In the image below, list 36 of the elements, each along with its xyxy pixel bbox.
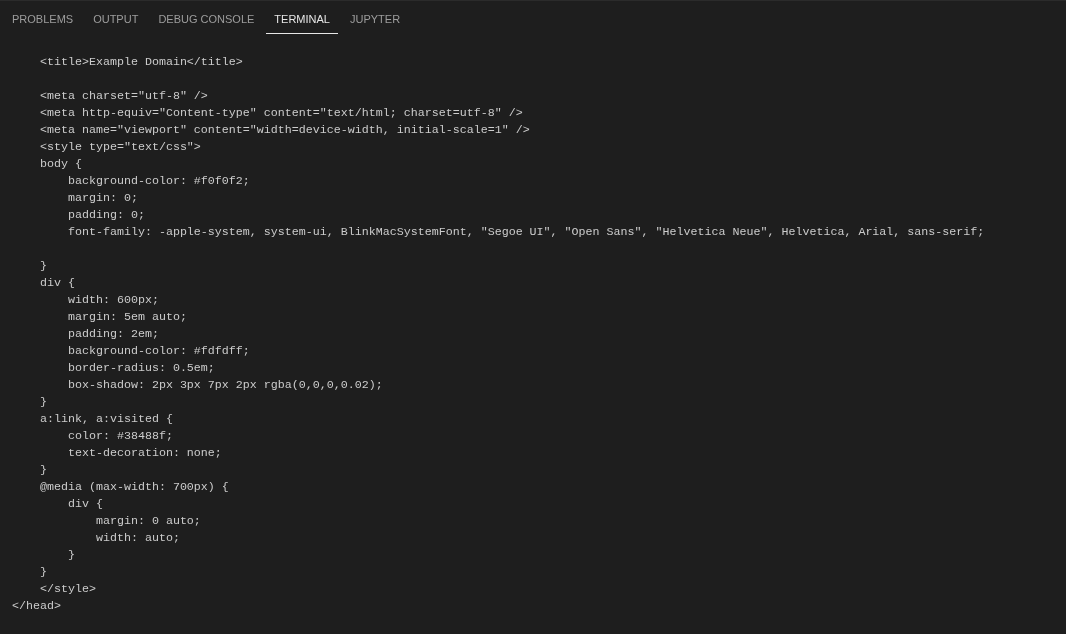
terminal-line: a:link, a:visited { xyxy=(38,411,173,428)
terminal-line: <meta http-equiv="Content-type" content="text/html; charset=utf-8" /> xyxy=(38,105,523,122)
terminal-line: background-color: #fdfdff; xyxy=(66,343,250,360)
terminal-line: <meta name="viewport" content="width=device-width, initial-scale=1" /> xyxy=(38,122,530,139)
terminal-line: margin: 5em auto; xyxy=(66,309,187,326)
terminal-line: text-decoration: none; xyxy=(66,445,222,462)
terminal-line: font-family: -apple-system, system-ui, BlinkMacSystemFont, "Segoe UI", "Open Sans", "Helvetica Neue", Helvetica, Arial, sans-serif; xyxy=(66,224,985,241)
terminal-line: <meta charset="utf-8" /> xyxy=(38,88,208,105)
panel-tab[interactable]: JUPYTER xyxy=(341,6,409,34)
panel-tab[interactable]: TERMINAL xyxy=(266,6,338,34)
terminal-line: color: #38488f; xyxy=(66,428,173,445)
terminal-line: width: auto; xyxy=(94,530,180,547)
terminal-line: div { xyxy=(66,496,103,513)
terminal-line: @media (max-width: 700px) { xyxy=(38,479,229,496)
terminal-line: width: 600px; xyxy=(66,292,159,309)
terminal-line: </head> xyxy=(12,598,61,615)
terminal-line: padding: 2em; xyxy=(66,326,159,343)
terminal-line: } xyxy=(66,547,75,564)
terminal-line: } xyxy=(38,394,47,411)
terminal-line: background-color: #f0f0f2; xyxy=(66,173,250,190)
terminal-line: border-radius: 0.5em; xyxy=(66,360,215,377)
panel-tab[interactable]: DEBUG CONSOLE xyxy=(150,6,263,34)
terminal-line: </style> xyxy=(38,581,96,598)
terminal-line: body { xyxy=(38,156,82,173)
panel-tab[interactable]: OUTPUT xyxy=(85,6,147,34)
panel-tab[interactable]: PROBLEMS xyxy=(4,6,82,34)
terminal-line: padding: 0; xyxy=(66,207,145,224)
terminal-line: } xyxy=(38,258,47,275)
terminal-line: margin: 0; xyxy=(66,190,138,207)
terminal-line: } xyxy=(38,564,47,581)
terminal-line: <title>Example Domain</title> xyxy=(38,54,243,71)
terminal-line: <style type="text/css"> xyxy=(38,139,201,156)
terminal-line: } xyxy=(38,462,47,479)
terminal-line: margin: 0 auto; xyxy=(94,513,201,530)
terminal-line: box-shadow: 2px 3px 7px 2px rgba(0,0,0,0.02); xyxy=(66,377,383,394)
terminal-line: div { xyxy=(38,275,75,292)
